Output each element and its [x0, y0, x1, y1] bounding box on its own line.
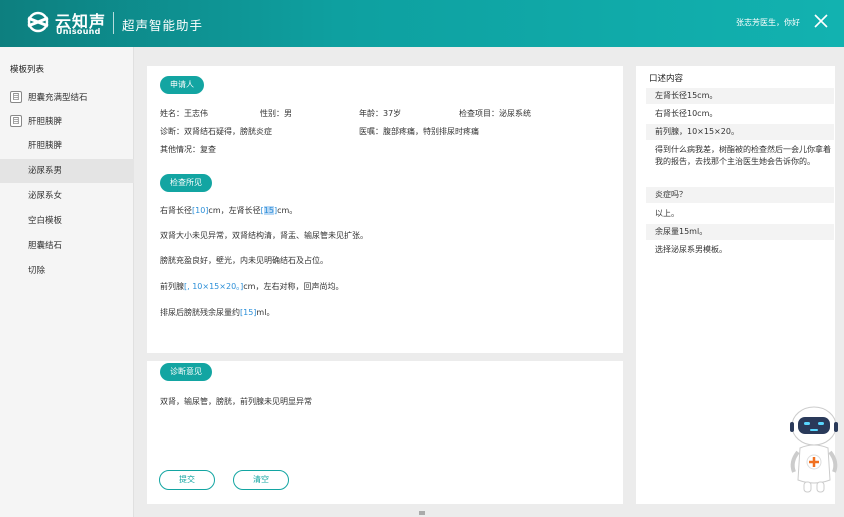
finding-text: cm，左右对称，回声尚均。 [243, 282, 344, 291]
finding-line[interactable]: 膀胱充盈良好，壁光，内未见明确结石及占位。 [160, 255, 328, 266]
app-title: 超声智能助手 [122, 18, 204, 33]
dictation-line: 得到什么病我差，树酯被的检查然后一会儿你拿着我的报告，去找那个主治医生她会告诉你… [655, 145, 831, 166]
clear-button[interactable]: 清空 [233, 470, 289, 490]
dictation-line: 选择泌尿系男模板。 [655, 245, 727, 254]
diagnosis-opinion-text[interactable]: 双肾，输尿管，膀胱，前列腺未见明显异常 [160, 396, 312, 407]
finding-line: 前列腺[, 10×15×20。]cm，左右对称，回声尚均。 [160, 281, 343, 292]
submit-button[interactable]: 提交 [159, 470, 215, 490]
header-divider [113, 12, 114, 34]
dictation-title: 口述内容 [649, 74, 684, 84]
template-sidebar: 模板列表 目 胆囊充满型结石 目 肝胆胰脾 肝胆胰脾 泌尿系男 泌尿系女 空白模… [0, 47, 134, 517]
field-residual-urine[interactable]: [15] [240, 308, 256, 317]
field-prostate[interactable]: [, 10×15×20。] [184, 282, 243, 291]
folder-item[interactable]: 目 胆囊充满型结石 [10, 89, 88, 105]
exam-item: 检查项目：泌尿系统 [459, 109, 531, 118]
field-right-kidney[interactable]: [10] [192, 206, 208, 215]
folder-label: 胆囊充满型结石 [28, 93, 88, 103]
dictation-line: 炎症吗？ [646, 187, 834, 203]
dictation-line: 左肾长径15cm。 [646, 88, 834, 104]
patient-gender: 性别：男 [260, 109, 292, 118]
template-item[interactable]: 空白模板 [0, 209, 134, 233]
finding-text: 右肾长径 [160, 206, 192, 215]
folder-item[interactable]: 目 肝胆胰脾 [10, 113, 62, 129]
folder-label: 肝胆胰脾 [28, 117, 63, 127]
folder-icon: 目 [10, 91, 22, 103]
opinion-section-label: 诊断意见 [160, 363, 212, 381]
scroll-indicator [419, 511, 425, 515]
finding-text: 前列腺 [160, 282, 184, 291]
template-item[interactable]: 切除 [0, 259, 134, 283]
findings-section-label: 检查所见 [160, 174, 212, 192]
finding-line[interactable]: 双肾大小未见异常，双肾结构清，肾盂、输尿管未见扩张。 [160, 230, 368, 241]
unisound-logo-icon [27, 11, 49, 33]
finding-text: cm。 [277, 206, 298, 215]
dictation-line: 余尿量15ml。 [646, 224, 834, 240]
sidebar-title: 模板列表 [10, 65, 45, 75]
section-divider [147, 353, 623, 361]
app-header: 云知声 Unisound 超声智能助手 张志芳医生，你好 [0, 0, 844, 47]
close-icon[interactable] [811, 11, 831, 31]
doctor-note: 医嘱：腹部疼痛，特别排尿时疼痛 [359, 127, 479, 136]
template-item-active[interactable]: 泌尿系男 [0, 159, 134, 183]
preliminary-diagnosis: 诊断：双肾结石疑得，膀胱炎症 [160, 127, 272, 136]
logo-text-en: Unisound [56, 27, 101, 36]
finding-text: ml。 [256, 308, 275, 317]
applicant-section-label: 申请人 [160, 76, 204, 94]
dictation-line: 以上。 [655, 209, 679, 218]
patient-name: 姓名：王志伟 [160, 109, 208, 118]
dictation-line: 右肾长径10cm。 [655, 109, 718, 118]
finding-line: 右肾长径[10]cm，左肾长径[15]cm。 [160, 205, 297, 216]
other-info: 其他情况：复查 [160, 145, 216, 154]
template-item[interactable]: 肝胆胰脾 [0, 134, 134, 158]
dictation-line: 前列腺，10×15×20。 [646, 124, 834, 140]
patient-age: 年龄：37岁 [359, 109, 402, 118]
finding-line: 排尿后膀胱残余尿量约[15]ml。 [160, 307, 274, 318]
user-greeting: 张志芳医生，你好 [736, 18, 800, 27]
field-left-kidney[interactable]: 15 [263, 206, 274, 215]
template-item[interactable]: 胆囊结石 [0, 234, 134, 258]
robot-assistant-icon[interactable] [786, 402, 842, 498]
finding-text: cm，左肾长径 [208, 206, 261, 215]
finding-text: 排尿后膀胱残余尿量约 [160, 308, 240, 317]
folder-icon: 目 [10, 115, 22, 127]
template-item[interactable]: 泌尿系女 [0, 184, 134, 208]
